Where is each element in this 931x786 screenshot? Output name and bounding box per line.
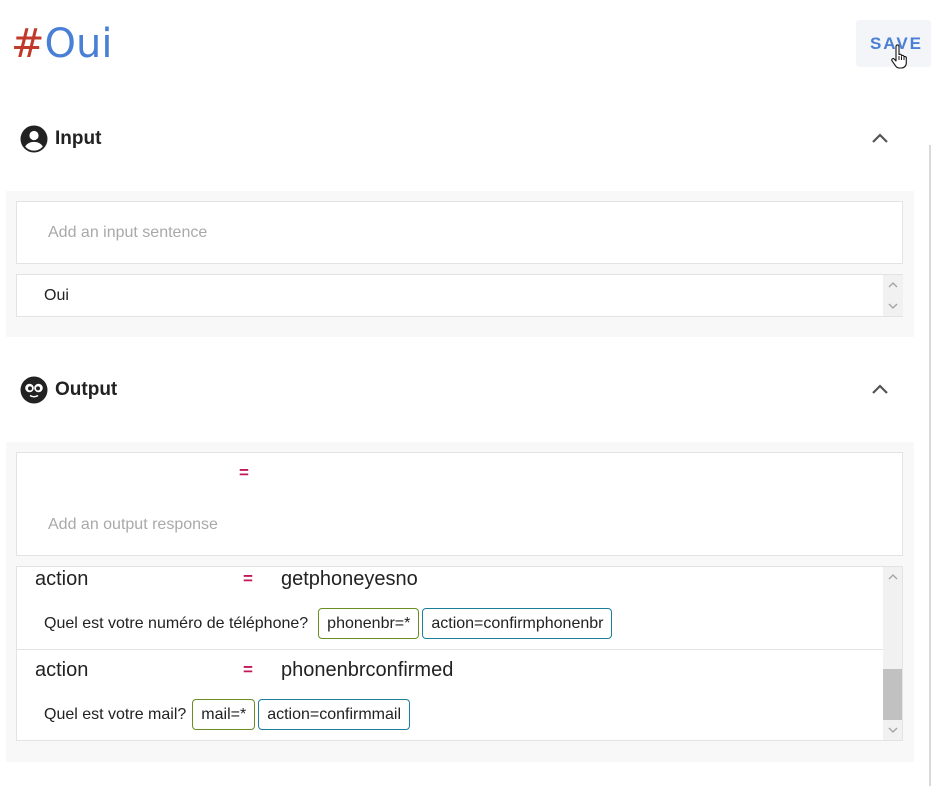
response-sentence[interactable]: Quel est votre mail? — [44, 706, 186, 724]
add-output-placeholder: Add an output response — [48, 516, 218, 533]
input-sentence-list: Oui — [16, 274, 903, 317]
input-section-title: Input — [55, 128, 102, 149]
response-value[interactable]: phonenbrconfirmed — [281, 659, 461, 682]
tag-variable[interactable]: mail=* — [192, 699, 256, 730]
bot-face-icon — [20, 376, 48, 404]
tag-action[interactable]: action=confirmphonenbr — [422, 608, 613, 639]
input-sentence[interactable]: Oui — [44, 287, 69, 305]
output-response-list: action = getphoneyesno Quel est votre nu… — [16, 566, 903, 741]
tag-variable[interactable]: phonenbr=* — [318, 608, 420, 639]
add-input-placeholder: Add an input sentence — [48, 224, 208, 241]
scroll-down-icon[interactable] — [883, 296, 903, 316]
response-sentence-row: Quel est votre mail? mail=* action=confi… — [44, 699, 411, 730]
response-variable[interactable]: action — [35, 568, 88, 591]
chevron-up-icon[interactable] — [870, 381, 890, 397]
divider — [17, 649, 883, 650]
add-output-response-field[interactable]: = Add an output response — [16, 452, 903, 556]
title-hash: # — [11, 21, 45, 67]
response-equals: = — [243, 569, 253, 588]
title-name: Oui — [44, 21, 113, 67]
output-list-scrollbar[interactable] — [883, 567, 902, 740]
response-value[interactable]: getphoneyesno — [281, 568, 461, 591]
scroll-up-icon[interactable] — [883, 275, 903, 295]
page-title: #Oui — [11, 20, 112, 68]
tag-action[interactable]: action=confirmmail — [258, 699, 411, 730]
scroll-up-icon[interactable] — [883, 567, 902, 587]
output-section-title: Output — [55, 379, 118, 400]
input-list-scrollbar[interactable] — [883, 275, 903, 316]
new-response-equals: = — [239, 463, 249, 482]
chevron-up-icon[interactable] — [870, 130, 890, 146]
response-variable[interactable]: action — [35, 659, 88, 682]
response-sentence-row: Quel est votre numéro de téléphone? phon… — [44, 608, 613, 639]
hand-pointer-icon — [891, 44, 907, 69]
scroll-down-icon[interactable] — [883, 720, 902, 740]
add-input-sentence-field[interactable]: Add an input sentence — [16, 201, 903, 264]
input-section-header[interactable]: Input — [20, 124, 900, 154]
output-section-header[interactable]: Output — [20, 375, 900, 405]
account-circle-icon — [20, 125, 48, 153]
list-item[interactable]: action = phonenbrconfirmed Quel est votr… — [17, 651, 883, 740]
response-sentence[interactable]: Quel est votre numéro de téléphone? — [44, 615, 308, 633]
scrollbar-thumb[interactable] — [883, 669, 902, 720]
list-item[interactable]: action = getphoneyesno Quel est votre nu… — [17, 567, 883, 651]
response-equals: = — [243, 660, 253, 679]
